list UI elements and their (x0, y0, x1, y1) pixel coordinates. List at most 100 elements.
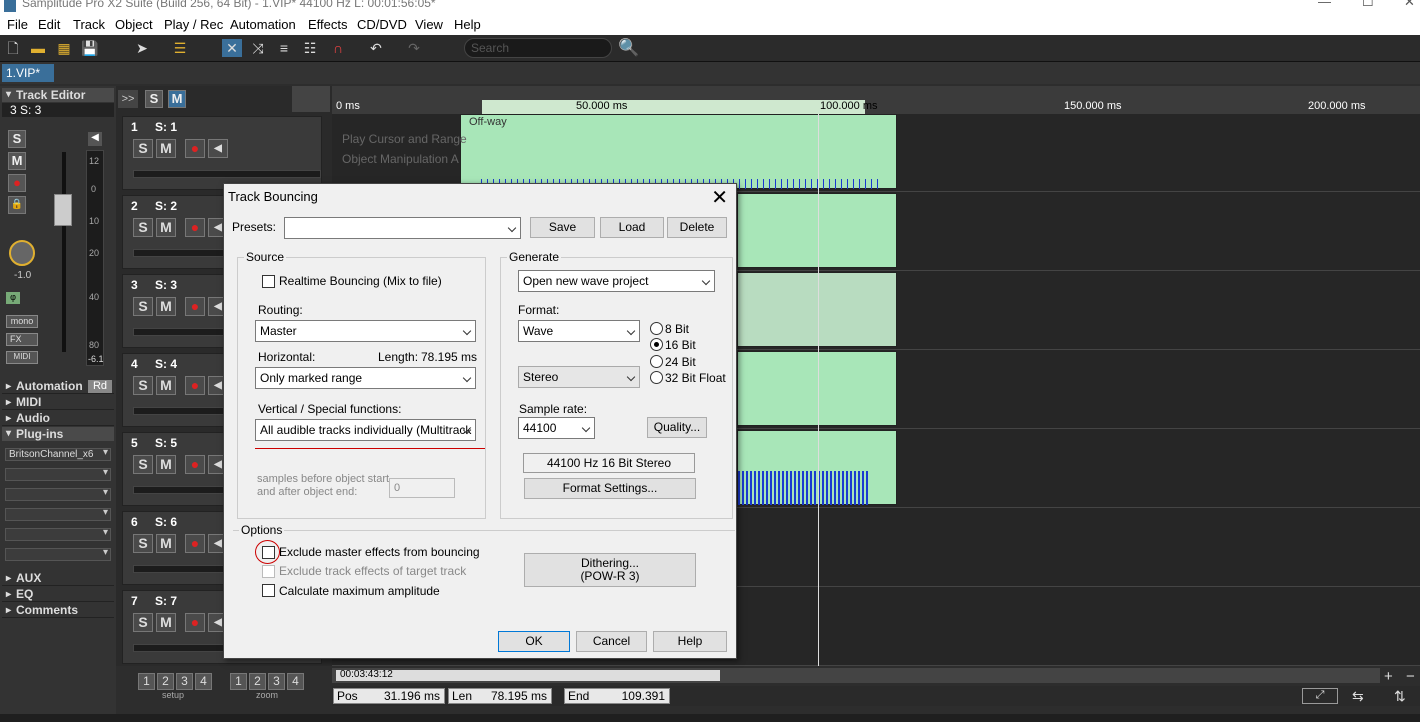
mono-button[interactable]: mono (6, 315, 38, 328)
aux-section[interactable]: AUX (2, 571, 114, 586)
track-solo-button[interactable]: S (133, 455, 153, 474)
project-tab[interactable]: 1.VIP* ✕ (2, 64, 54, 98)
automation-mode-badge[interactable]: Rd (88, 380, 112, 393)
ok-button[interactable]: OK (498, 631, 570, 652)
target-dropdown[interactable]: Open new wave project (518, 270, 715, 292)
mute-button[interactable]: M (8, 152, 26, 170)
magnet-icon[interactable]: ∩ (328, 39, 348, 57)
audio-section[interactable]: Audio (2, 411, 114, 426)
menu-help[interactable]: Help (454, 17, 481, 32)
audio-clip[interactable] (737, 430, 897, 505)
setup-3-button[interactable]: 3 (176, 673, 193, 690)
16bit-radio[interactable] (650, 338, 663, 351)
track-mute-button[interactable]: M (156, 139, 176, 158)
track-editor-header[interactable]: Track Editor (2, 88, 114, 102)
track-solo-button[interactable]: S (133, 218, 153, 237)
minimize-icon[interactable]: — (1318, 0, 1331, 8)
track-solo-button[interactable]: S (133, 534, 153, 553)
track-selector[interactable]: 3 S: 3 (2, 103, 114, 117)
solo-button[interactable]: S (8, 130, 26, 148)
bottom-tabs[interactable] (0, 714, 1420, 722)
menu-effects[interactable]: Effects (308, 17, 348, 32)
align-icon[interactable]: ≡ (274, 39, 294, 57)
collapse-button[interactable]: >> (118, 90, 138, 108)
setup-4-button[interactable]: 4 (195, 673, 212, 690)
load-button[interactable]: Load (600, 217, 664, 238)
menu-track[interactable]: Track (73, 17, 105, 32)
quality-button[interactable]: Quality... (647, 417, 707, 438)
zoom-3-button[interactable]: 3 (268, 673, 285, 690)
track-mute-button[interactable]: M (156, 613, 176, 632)
samples-input[interactable]: 0 (389, 478, 455, 498)
speaker-icon[interactable]: ◀ (88, 132, 102, 146)
track-solo-button[interactable]: S (133, 297, 153, 316)
close-icon[interactable]: ✕ (711, 185, 728, 210)
menu-cd-dvd[interactable]: CD/DVD (357, 17, 407, 32)
track-solo-button[interactable]: S (133, 139, 153, 158)
help-button[interactable]: Help (653, 631, 727, 652)
plugin-slot-4[interactable] (5, 507, 111, 521)
track-record-button[interactable]: ● (185, 297, 205, 316)
list-icon[interactable]: ☷ (300, 39, 320, 57)
fit-view-icon[interactable]: ⤢ (1302, 688, 1338, 704)
menu-file[interactable]: File (7, 17, 28, 32)
horizontal-arrows-icon[interactable]: ⇆ (1352, 688, 1364, 705)
zoom-1-button[interactable]: 1 (230, 673, 247, 690)
routing-dropdown[interactable]: Master (255, 320, 476, 342)
split-icon[interactable]: ⤨ (248, 39, 268, 57)
track-record-button[interactable]: ● (185, 534, 205, 553)
save-button[interactable]: Save (530, 217, 595, 238)
setup-2-button[interactable]: 2 (157, 673, 174, 690)
midi-section[interactable]: MIDI (2, 395, 114, 410)
plugin-slot-2[interactable] (5, 467, 111, 481)
position-field[interactable]: Pos 31.196 ms (333, 688, 445, 704)
menu-object[interactable]: Object (115, 17, 153, 32)
scrollbar-thumb[interactable]: 00:03:43:12 (336, 669, 720, 681)
setup-1-button[interactable]: 1 (138, 673, 155, 690)
plugin-slot-3[interactable] (5, 487, 111, 501)
32bit-float-radio[interactable] (650, 371, 663, 384)
plugin-slot-6[interactable] (5, 547, 111, 561)
format-dropdown[interactable]: Wave (518, 320, 640, 342)
audio-clip[interactable]: Off-way (460, 114, 897, 189)
presets-dropdown[interactable] (284, 217, 521, 239)
8bit-radio[interactable] (650, 322, 663, 335)
range-tool-icon[interactable]: ☰ (170, 39, 190, 57)
zoom-in-icon[interactable]: + (1384, 668, 1393, 685)
track-record-button[interactable]: ● (185, 139, 205, 158)
speaker-icon[interactable]: ◀ (208, 139, 228, 158)
lock-icon[interactable]: 🔒 (8, 196, 26, 214)
volume-fader[interactable] (54, 194, 72, 226)
menu-edit[interactable]: Edit (38, 17, 60, 32)
eq-section[interactable]: EQ (2, 587, 114, 602)
open-folder-icon[interactable]: ▬ (28, 39, 48, 57)
zoom-2-button[interactable]: 2 (249, 673, 266, 690)
vertical-dropdown[interactable]: All audible tracks individually (Multitr… (255, 419, 476, 441)
horizontal-dropdown[interactable]: Only marked range (255, 367, 476, 389)
track-record-button[interactable]: ● (185, 455, 205, 474)
menu-automation[interactable]: Automation (230, 17, 296, 32)
length-field[interactable]: Len 78.195 ms (448, 688, 552, 704)
sample-rate-dropdown[interactable]: 44100 (518, 417, 595, 439)
time-ruler[interactable]: 0 ms 50.000 ms 100.000 ms 150.000 ms 200… (332, 86, 1420, 114)
delete-button[interactable]: Delete (667, 217, 727, 238)
realtime-checkbox[interactable] (262, 275, 275, 288)
search-icon[interactable]: 🔍 (618, 38, 639, 58)
fx-button[interactable]: FX (6, 333, 38, 346)
plugin-slot-5[interactable] (5, 527, 111, 541)
pan-knob[interactable] (9, 240, 35, 266)
undo-icon[interactable]: ↶ (366, 39, 386, 57)
open-project-icon[interactable]: ▦ (54, 39, 74, 57)
crossfade-icon[interactable]: ✕ (222, 39, 242, 57)
track-mute-button[interactable]: M (156, 218, 176, 237)
track-header[interactable]: 1 S: 1 S M ● ◀ (122, 116, 322, 190)
track-solo-button[interactable]: S (133, 376, 153, 395)
close-window-icon[interactable]: ✕ (1404, 0, 1415, 8)
cancel-button[interactable]: Cancel (576, 631, 647, 652)
phase-icon[interactable]: φ (6, 292, 20, 304)
track-record-button[interactable]: ● (185, 218, 205, 237)
ruler-controls[interactable] (292, 86, 330, 112)
save-icon[interactable]: 💾 (80, 39, 100, 57)
format-settings-button[interactable]: Format Settings... (524, 478, 696, 499)
track-mute-button[interactable]: M (156, 455, 176, 474)
